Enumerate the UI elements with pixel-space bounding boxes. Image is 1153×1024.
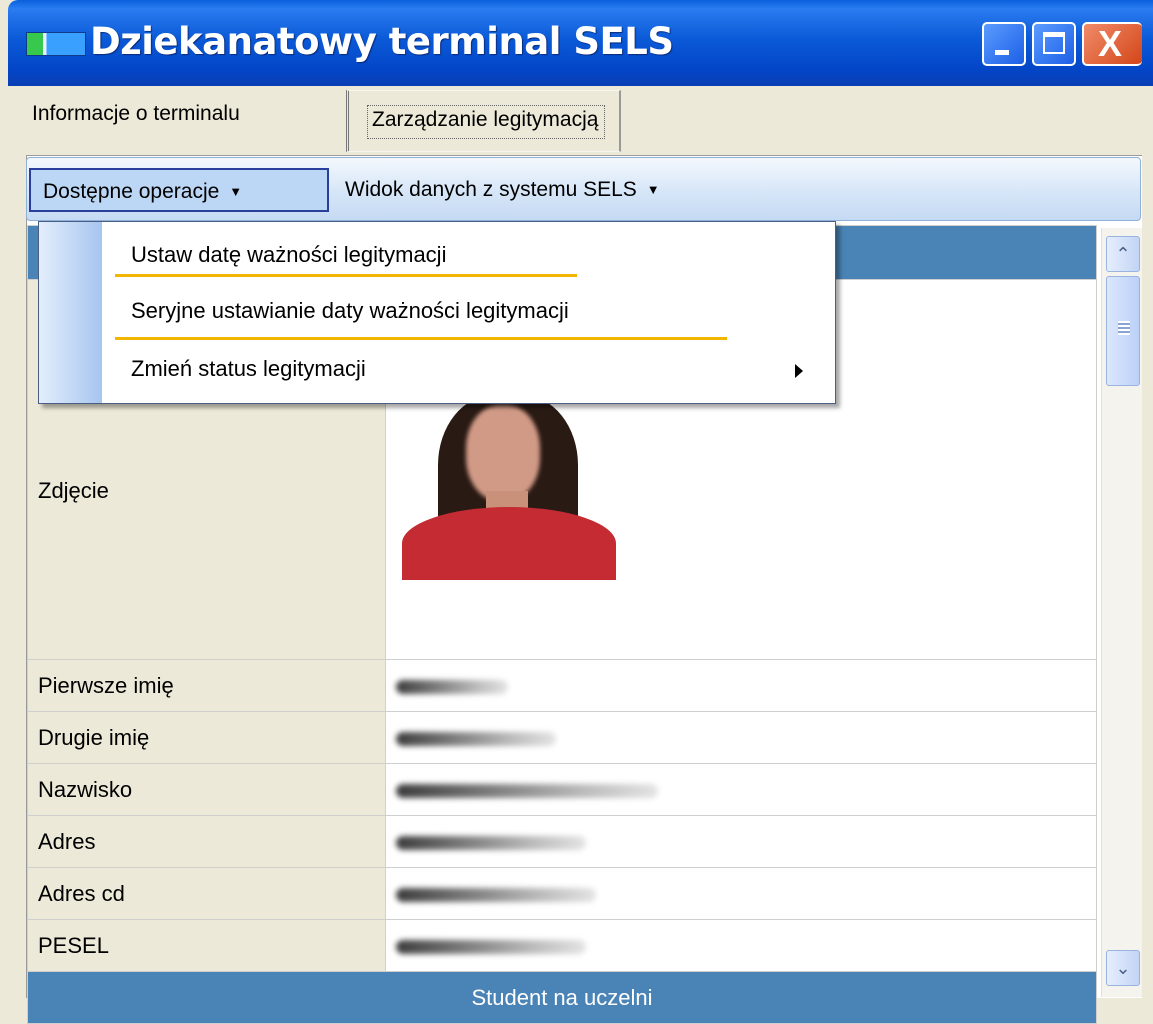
section-header-row: Student na uczelni	[27, 971, 1097, 1024]
toolbar: Dostępne operacje ▼ Widok danych z system…	[26, 157, 1141, 221]
minimize-icon	[995, 50, 1009, 55]
row-value	[385, 659, 1097, 712]
redacted-value	[396, 679, 508, 694]
row-label: PESEL	[27, 919, 386, 972]
table-row[interactable]: Pierwsze imię	[27, 659, 1097, 712]
student-photo	[402, 395, 616, 580]
redacted-value	[396, 731, 556, 746]
chevron-up-icon: ⌃	[1115, 244, 1131, 264]
chevron-down-icon: ⌄	[1115, 958, 1131, 978]
data-view-dropdown[interactable]: Widok danych z systemu SELS ▼	[333, 168, 672, 212]
redacted-value	[396, 835, 586, 850]
scroll-down-button[interactable]: ⌄	[1106, 950, 1140, 986]
redacted-value	[396, 887, 596, 902]
table-row[interactable]: Drugie imię	[27, 711, 1097, 764]
menu-item-change-card-status[interactable]: Zmień status legitymacji	[131, 356, 366, 382]
available-operations-dropdown[interactable]: Dostępne operacje ▼	[29, 168, 329, 212]
tab-label: Zarządzanie legitymacją	[372, 108, 599, 131]
grip-icon	[1118, 321, 1130, 335]
row-value	[385, 763, 1097, 816]
available-operations-label: Dostępne operacje	[43, 180, 220, 203]
table-row[interactable]: PESEL	[27, 919, 1097, 972]
maximize-button[interactable]	[1032, 22, 1076, 66]
submenu-arrow-icon	[795, 364, 803, 378]
row-label: Drugie imię	[27, 711, 386, 764]
highlight-underline	[115, 337, 727, 340]
redacted-value	[396, 783, 658, 798]
highlight-underline	[115, 274, 577, 277]
table-row[interactable]: Adres	[27, 815, 1097, 868]
tab-card-management[interactable]: Zarządzanie legitymacją	[346, 90, 622, 152]
tab-label: Informacje o terminalu	[32, 102, 240, 125]
row-label: Nazwisko	[27, 763, 386, 816]
row-label: Adres cd	[27, 867, 386, 920]
operations-dropdown-menu: Ustaw datę ważności legitymacji Seryjne …	[38, 221, 836, 404]
menu-item-set-expiry-date[interactable]: Ustaw datę ważności legitymacji	[131, 242, 446, 268]
table-row[interactable]: Adres cd	[27, 867, 1097, 920]
data-view-label: Widok danych z systemu SELS	[345, 178, 637, 201]
window-title: Dziekanatowy terminal SELS	[90, 20, 674, 63]
chevron-down-icon: ▼	[229, 184, 243, 199]
section-title: Student na uczelni	[27, 971, 1097, 1024]
minimize-button[interactable]	[982, 22, 1026, 66]
photo-face	[466, 405, 540, 501]
scroll-up-button[interactable]: ⌃	[1106, 236, 1140, 272]
tab-terminal-info[interactable]: Informacje o terminalu	[10, 92, 260, 150]
menu-item-batch-set-expiry-date[interactable]: Seryjne ustawianie daty ważności legitym…	[131, 298, 569, 324]
row-value	[385, 815, 1097, 868]
chevron-down-icon: ▼	[646, 182, 660, 197]
close-button[interactable]: X	[1082, 22, 1142, 66]
row-value	[385, 919, 1097, 972]
close-icon: X	[1098, 23, 1123, 64]
table-row[interactable]: Nazwisko	[27, 763, 1097, 816]
vertical-scrollbar[interactable]: ⌃ ⌄	[1101, 228, 1142, 997]
app-icon	[26, 32, 86, 56]
scroll-thumb[interactable]	[1106, 276, 1140, 386]
menu-icon-strip	[39, 222, 102, 403]
title-bar[interactable]: Dziekanatowy terminal SELS X	[8, 0, 1153, 86]
row-value	[385, 711, 1097, 764]
redacted-value	[396, 939, 586, 954]
maximize-icon	[1043, 32, 1065, 54]
row-label: Pierwsze imię	[27, 659, 386, 712]
row-label: Adres	[27, 815, 386, 868]
photo-shirt	[402, 507, 616, 580]
row-value	[385, 867, 1097, 920]
